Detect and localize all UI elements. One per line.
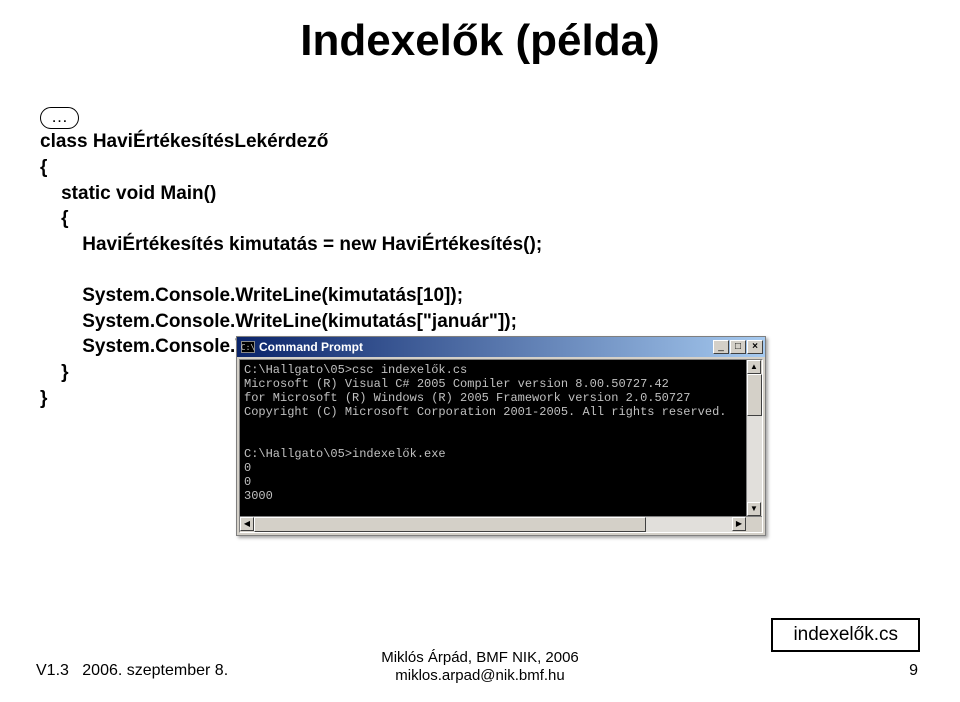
cmd-titlebar[interactable]: C:\ Command Prompt _ □ ×	[237, 337, 765, 357]
minimize-button[interactable]: _	[713, 340, 729, 354]
slide-title: Indexelők (példa)	[40, 16, 920, 66]
hscroll-track[interactable]	[254, 517, 732, 532]
close-button[interactable]: ×	[747, 340, 763, 354]
code-line: class HaviÉrtékesítésLekérdező	[40, 131, 328, 152]
code-line: System.Console.WriteLine(kimutatás[10]);	[40, 285, 463, 306]
scroll-left-button[interactable]: ◀	[240, 517, 254, 531]
code-line: {	[40, 157, 47, 178]
filename-box: indexelők.cs	[771, 618, 920, 652]
cmd-title-text: Command Prompt	[259, 340, 713, 354]
code-line: HaviÉrtékesítés kimutatás = new HaviÉrté…	[40, 234, 542, 255]
scroll-up-button[interactable]: ▲	[747, 360, 761, 374]
vertical-scrollbar[interactable]: ▲ ▼	[746, 360, 762, 516]
command-prompt-window: C:\ Command Prompt _ □ × C:\Hallgato\05>…	[236, 336, 766, 536]
vscroll-thumb[interactable]	[747, 374, 762, 416]
code-line: {	[40, 208, 69, 229]
hscroll-thumb[interactable]	[254, 517, 646, 532]
ellipsis-box: …	[40, 107, 79, 129]
footer-center: Miklós Árpád, BMF NIK, 2006 miklos.arpad…	[0, 649, 960, 687]
cmd-title-icon: C:\	[241, 341, 255, 353]
email-text: miklos.arpad@nik.bmf.hu	[0, 667, 960, 686]
vscroll-track[interactable]	[747, 374, 762, 502]
scroll-corner	[746, 517, 762, 532]
code-line: }	[40, 388, 47, 409]
code-line: static void Main()	[40, 183, 216, 204]
scroll-right-button[interactable]: ▶	[732, 517, 746, 531]
page-number: 9	[909, 662, 918, 680]
maximize-button[interactable]: □	[730, 340, 746, 354]
cmd-output: C:\Hallgato\05>csc indexelők.cs Microsof…	[240, 360, 762, 532]
scroll-down-button[interactable]: ▼	[747, 502, 761, 516]
horizontal-scrollbar[interactable]: ◀ ▶	[240, 516, 762, 532]
code-line: }	[40, 362, 69, 383]
code-line: System.Console.WriteLine(kimutatás["janu…	[40, 311, 517, 332]
